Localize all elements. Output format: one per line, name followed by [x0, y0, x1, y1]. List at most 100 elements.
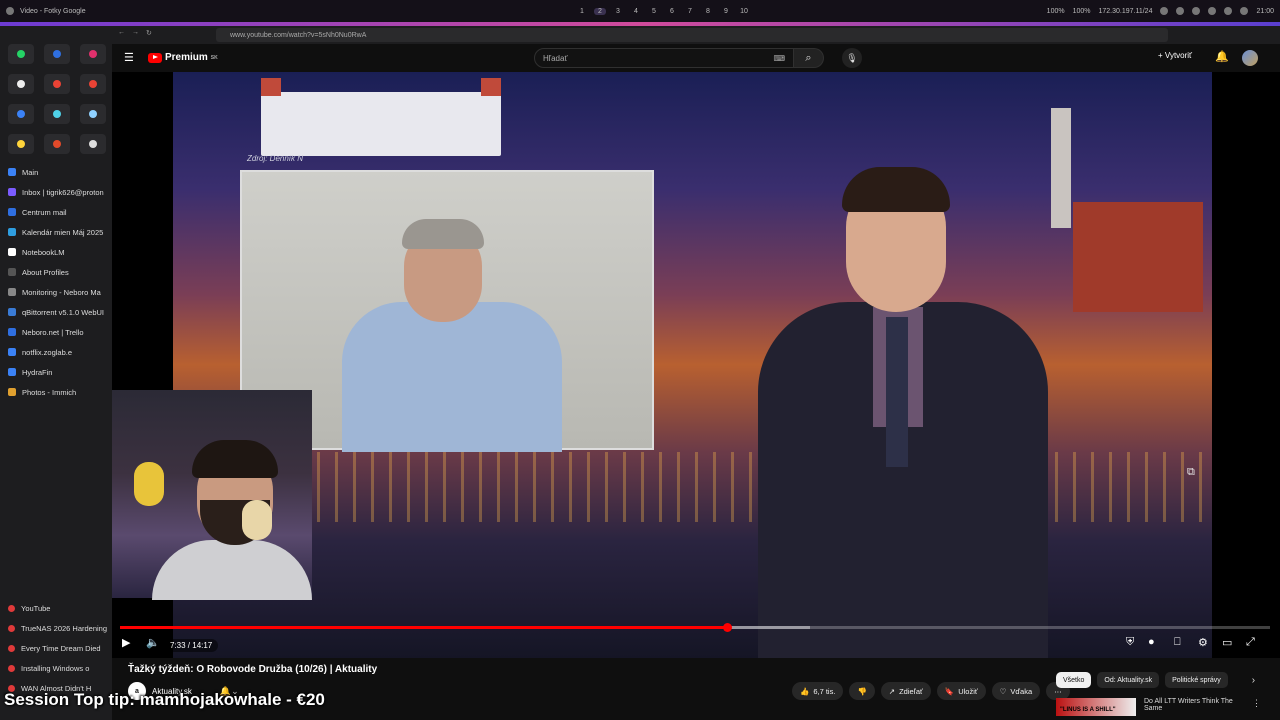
toggle-icon[interactable]: ● — [1148, 636, 1155, 648]
bookmark-item[interactable]: Neboro.net | Trello — [8, 322, 112, 342]
subtitles-icon[interactable]: ⎕ — [1174, 636, 1181, 649]
forward-icon[interactable]: → — [132, 29, 139, 36]
bookmark-item[interactable]: About Profiles — [8, 262, 112, 282]
tab-item[interactable]: TrueNAS 2026 Hardening — [8, 618, 108, 638]
bookmark-label: Main — [22, 167, 39, 177]
pinned-tab[interactable] — [8, 44, 34, 64]
search-input[interactable]: Hľadať ⌨ — [534, 48, 794, 68]
avatar[interactable] — [1242, 50, 1258, 66]
volume-icon[interactable]: 🔈 — [146, 636, 160, 649]
pinned-tab[interactable] — [44, 134, 70, 154]
bookmark-label: Neboro.net | Trello — [22, 327, 84, 337]
workspace-9[interactable]: 9 — [720, 8, 732, 15]
keyboard-icon[interactable]: ⌨ — [773, 54, 785, 63]
kebab-menu-icon[interactable]: ⋮ — [1252, 698, 1261, 716]
pinned-tab[interactable] — [80, 104, 106, 124]
share-button[interactable]: ↗ Zdieľať — [880, 682, 931, 700]
like-count: 6,7 tis. — [813, 686, 836, 696]
address-bar[interactable]: www.youtube.com/watch?v=5sNh0Nu0RwA — [216, 28, 1168, 42]
bookmark-list: Main Inbox | tigrik626@proton Centrum ma… — [0, 154, 112, 402]
notifications-icon[interactable]: 🔔 — [1215, 50, 1229, 63]
chip-all[interactable]: Všetko — [1056, 672, 1092, 688]
chip-channel[interactable]: Od: Aktuality.sk — [1097, 672, 1160, 688]
workspace-3[interactable]: 3 — [612, 8, 624, 15]
filter-chips: Všetko Od: Aktuality.sk Politické správy… — [1056, 672, 1255, 688]
pinned-tab[interactable] — [80, 134, 106, 154]
pip-icon[interactable]: ⧉ — [1187, 466, 1195, 479]
tab-item[interactable]: YouTube — [8, 598, 108, 618]
pinned-tab[interactable] — [8, 104, 34, 124]
pinned-tab[interactable] — [80, 74, 106, 94]
bookmark-item[interactable]: NotebookLM — [8, 242, 112, 262]
progress-bar[interactable] — [120, 623, 1270, 632]
bookmark-label: Centrum mail — [22, 207, 67, 217]
pinned-tab[interactable] — [8, 134, 34, 154]
url-text: www.youtube.com/watch?v=5sNh0Nu0RwA — [230, 31, 367, 39]
gmail-icon — [53, 80, 61, 88]
workspace-1[interactable]: 1 — [576, 8, 588, 15]
tray-icon[interactable] — [1240, 7, 1249, 15]
bookmark-label: qBittorrent v5.1.0 WebUI — [22, 307, 104, 317]
globe-icon — [8, 348, 16, 356]
bookmark-item[interactable]: Main — [8, 162, 112, 182]
tray-icon[interactable] — [1160, 7, 1169, 15]
hair — [842, 167, 950, 212]
autoplay-icon[interactable]: ⛨ — [1126, 636, 1134, 649]
recommendation-thumbnail[interactable]: "LINUS IS A SHILL" — [1056, 698, 1136, 716]
youtube-play-icon — [148, 52, 162, 63]
reload-icon[interactable]: ↻ — [146, 29, 152, 37]
workspace-5[interactable]: 5 — [648, 8, 660, 15]
settings-icon[interactable]: ⚙ — [1198, 636, 1208, 649]
tray-icon[interactable] — [1224, 7, 1233, 15]
bookmark-item[interactable]: Photos - Immich — [8, 382, 112, 402]
dislike-button[interactable]: 👎 — [849, 682, 875, 700]
recommendation-item[interactable]: "LINUS IS A SHILL" Do All LTT Writers Th… — [1056, 698, 1261, 716]
theater-icon[interactable]: ▭ — [1222, 636, 1232, 649]
pinned-tab[interactable] — [44, 74, 70, 94]
like-button[interactable]: 👍 6,7 tis. — [792, 682, 844, 700]
video-player[interactable]: Zdroj: Denník N ⧉ ▶ 🔈 7:33 / 14:17 ⛨ ● ⎕… — [112, 72, 1280, 658]
system-tray: 100% 100% 172.30.197.11/24 21:00 — [1047, 7, 1274, 15]
tray-icon[interactable] — [1176, 7, 1185, 15]
pinned-tab[interactable] — [80, 44, 106, 64]
workspace-4[interactable]: 4 — [630, 8, 642, 15]
app-menu-icon[interactable] — [6, 7, 14, 15]
bookmark-item[interactable]: notflix.zoglab.e — [8, 342, 112, 362]
play-icon[interactable]: ▶ — [122, 636, 130, 649]
workspace-6[interactable]: 6 — [666, 8, 678, 15]
tab-item[interactable]: Installing Windows o — [8, 658, 108, 678]
workspace-10[interactable]: 10 — [738, 8, 750, 15]
back-icon[interactable]: ← — [118, 29, 125, 36]
bookmark-item[interactable]: HydraFin — [8, 362, 112, 382]
bookmark-item[interactable]: Kalendár mien Máj 2025 — [8, 222, 112, 242]
pinned-tab[interactable] — [44, 104, 70, 124]
workspace-7[interactable]: 7 — [684, 8, 696, 15]
thanks-button[interactable]: ♡ Vďaka — [991, 682, 1041, 700]
profile-icon — [8, 268, 16, 276]
workspace-8[interactable]: 8 — [702, 8, 714, 15]
tray-icon[interactable] — [1192, 7, 1201, 15]
create-button[interactable]: + Vytvoriť — [1158, 51, 1192, 60]
thumbs-down-icon: 👎 — [857, 686, 867, 696]
chip-politics[interactable]: Politické správy — [1165, 672, 1228, 688]
pinned-tab[interactable] — [44, 44, 70, 64]
bookmark-item[interactable]: qBittorrent v5.1.0 WebUI — [8, 302, 112, 322]
save-button[interactable]: 🔖 Uložiť — [936, 682, 986, 700]
pinned-tab[interactable] — [8, 74, 34, 94]
youtube-logo[interactable]: Premium SK — [148, 52, 218, 63]
voice-search-button[interactable]: 🎙 — [842, 48, 862, 68]
workspace-2[interactable]: 2 — [594, 7, 606, 15]
bookmark-item[interactable]: Monitoring - Neboro Ma — [8, 282, 112, 302]
video-frame[interactable]: Zdroj: Denník N ⧉ — [173, 72, 1212, 658]
tray-icon[interactable] — [1208, 7, 1217, 15]
logo-text: Premium — [165, 52, 208, 63]
tab-item[interactable]: Every Time Dream Died — [8, 638, 108, 658]
bookmark-item[interactable]: Inbox | tigrik626@proton — [8, 182, 112, 202]
search-button[interactable]: ⌕ — [794, 48, 824, 68]
bookmark-item[interactable]: Centrum mail — [8, 202, 112, 222]
chevron-right-icon[interactable]: › — [1252, 675, 1255, 686]
fullscreen-icon[interactable]: ⤢ — [1246, 636, 1255, 649]
menu-icon[interactable]: ☰ — [124, 51, 134, 64]
hair — [192, 440, 278, 478]
github-icon — [89, 140, 97, 148]
